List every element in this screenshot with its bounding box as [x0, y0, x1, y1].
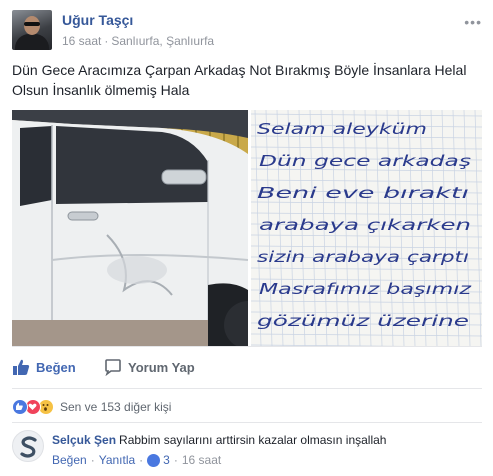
author-name[interactable]: Uğur Taşçı	[62, 12, 133, 28]
comment-like-count-icon	[147, 453, 161, 467]
comment-time[interactable]: 16 saat	[182, 452, 221, 468]
comment-separator: ·	[90, 453, 95, 467]
comment-button-label: Yorum Yap	[128, 359, 195, 375]
photo-handwritten-note[interactable]: Selam aleyküm Dün gece arkadaş Beni eve bı…	[251, 110, 482, 346]
comment-item: Selçuk Şen Rabbim sayılarını arttirsin ka…	[12, 430, 482, 474]
post-meta: 16 saat · Sanlıurfa, Şanlıurfa	[62, 34, 214, 48]
comments-divider	[12, 422, 482, 423]
comment-separator: ·	[173, 453, 178, 467]
commenter-avatar[interactable]	[12, 430, 44, 462]
note-illustration: Selam aleyküm Dün gece arkadaş Beni eve bı…	[251, 110, 482, 346]
note-line: Selam aleyküm	[257, 120, 427, 138]
note-line: sizin arabaya çarptı	[257, 248, 469, 266]
like-reaction-icon	[12, 399, 28, 415]
car-illustration	[12, 110, 248, 346]
comment-author[interactable]: Selçuk Şen	[52, 433, 116, 447]
comment-button[interactable]: Yorum Yap	[104, 358, 195, 376]
reactions-summary[interactable]: Sen ve 153 diğer kişi	[12, 396, 482, 418]
like-button[interactable]: Beğen	[12, 358, 76, 376]
thumbs-up-icon	[13, 359, 30, 375]
note-line: Dün gece arkadaş	[259, 152, 471, 170]
comment-reply-button[interactable]: Yanıtla	[99, 452, 135, 468]
comment-like-button[interactable]: Beğen	[52, 452, 87, 468]
comment-separator: ·	[139, 453, 144, 467]
author-avatar[interactable]	[12, 10, 52, 50]
comment-like-count[interactable]: 3	[163, 452, 170, 468]
action-divider-top	[12, 346, 482, 347]
note-line: Masrafımız başımız	[259, 280, 473, 298]
note-line: arabaya çıkarken	[259, 216, 471, 234]
reaction-count-text[interactable]: Sen ve 153 diğer kişi	[60, 400, 171, 414]
comment-text: Rabbim sayılarını arttirsin kazalar olma…	[119, 433, 387, 447]
post-photos: Selam aleyküm Dün gece arkadaş Beni eve bı…	[12, 110, 482, 346]
comment-body: Selçuk Şen Rabbim sayılarını arttirsin ka…	[52, 432, 482, 468]
comment-icon	[105, 359, 121, 376]
post-time[interactable]: 16 saat	[62, 34, 101, 48]
photo-damaged-car[interactable]	[12, 110, 248, 346]
comment-actions: Beğen · Yanıtla · 3 · 16 saat	[52, 452, 482, 468]
action-divider-bottom	[12, 388, 482, 389]
post-action-bar: Beğen Yorum Yap	[12, 350, 482, 384]
post-header: Uğur Taşçı 16 saat · Sanlıurfa, Şanlıurfa …	[12, 10, 482, 54]
note-line: gözümüz üzerine	[257, 312, 469, 330]
ellipsis-icon[interactable]: •••	[464, 14, 482, 30]
post-location[interactable]: Sanlıurfa, Şanlıurfa	[111, 34, 214, 48]
meta-separator: ·	[104, 34, 109, 48]
post-text: Dün Gece Aracımıza Çarpan Arkadaş Not Bı…	[12, 62, 467, 98]
s-logo-icon	[20, 436, 37, 458]
like-button-label: Beğen	[36, 359, 76, 375]
note-line: Beni eve bıraktı	[257, 184, 469, 202]
